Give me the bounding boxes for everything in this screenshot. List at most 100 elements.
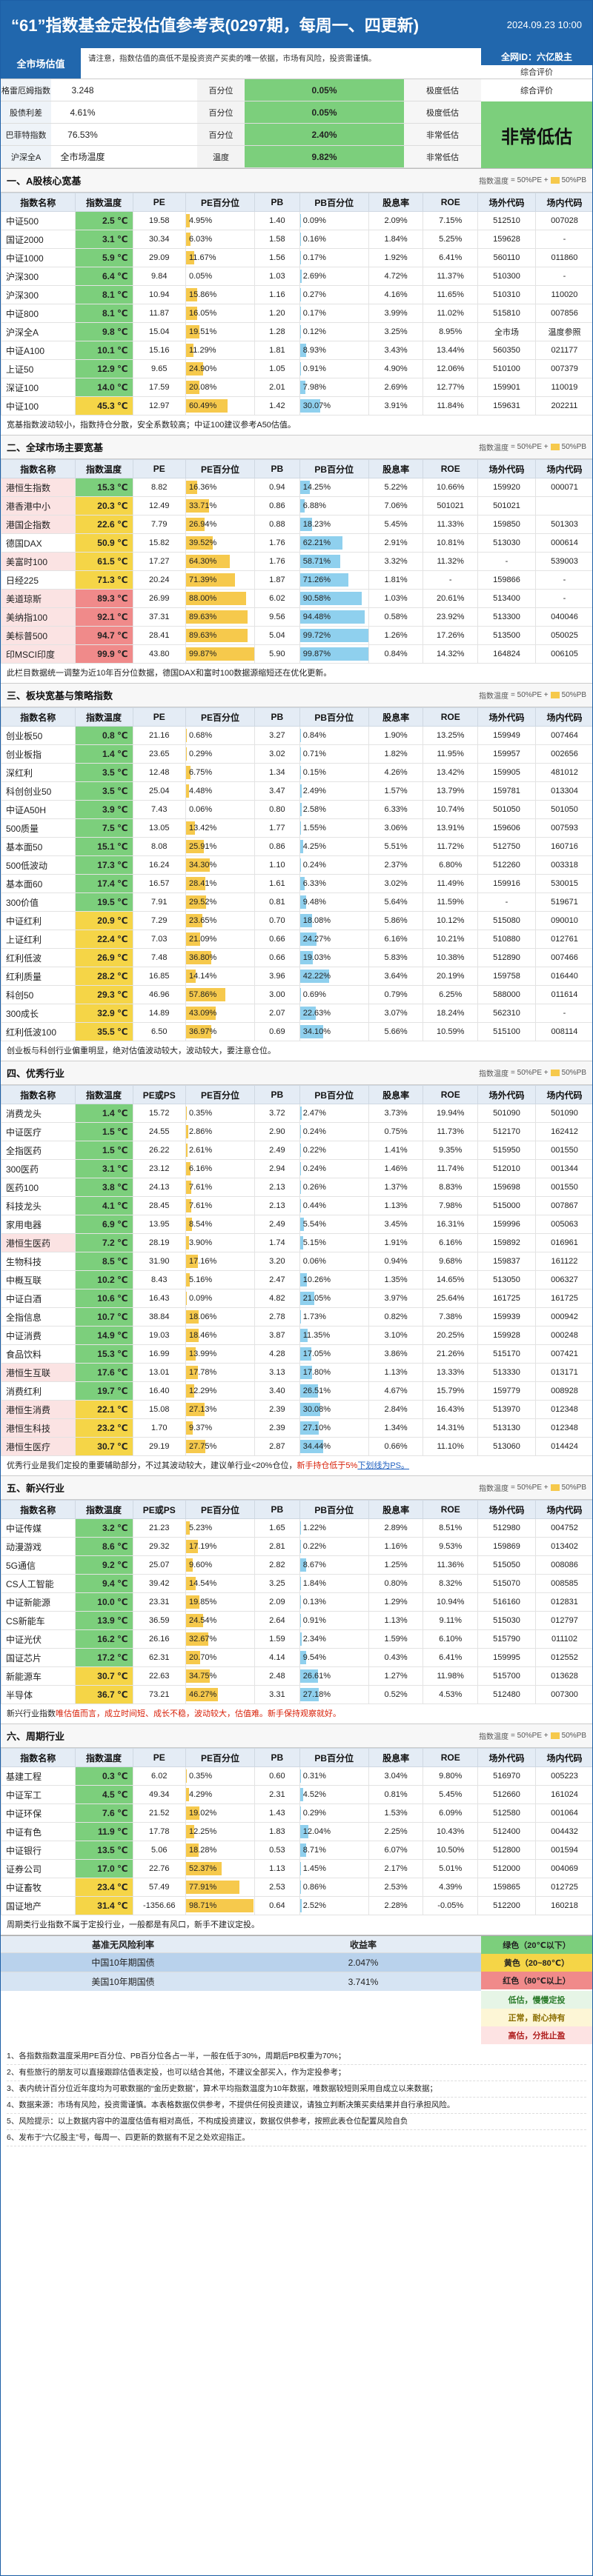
section-note: 新兴行业指数唯估值而言，成立时间短、成长不稳，波动较大，估值难。新手保持观察就好… xyxy=(1,1704,592,1724)
pb-percentile: 8.71% xyxy=(299,1841,369,1860)
otc-code: 512890 xyxy=(477,948,536,967)
temperature: 16.2 ℃ xyxy=(74,1629,133,1649)
index-name: 德国DAX xyxy=(1,533,76,553)
exchange-code: 007300 xyxy=(534,1685,592,1704)
legend-pe: = 50%PE + xyxy=(511,1732,549,1740)
percentile-bar xyxy=(300,1881,301,1894)
pb-percentile: 0.26% xyxy=(299,1178,369,1197)
otc-code: 512200 xyxy=(477,1896,536,1915)
pe-percentile: 27.13% xyxy=(185,1400,256,1419)
valuation-sheet: “61”指数基金定投估值参考表(0297期，每周一、四更新) 2024.09.2… xyxy=(0,0,593,2576)
pb-percentile: 0.29% xyxy=(299,1803,369,1823)
percentile-value: 15.86% xyxy=(188,290,217,299)
pe-value: 39.42 xyxy=(132,1574,186,1593)
table-header-row: 指数名称 指数温度 PE PE百分位 PB PB百分位 股息率 ROE 场外代码 场内代码 xyxy=(1,1748,592,1767)
index-name: 新能源车 xyxy=(1,1666,76,1686)
percentile-value: 19.02% xyxy=(188,1809,217,1818)
pb-percentile: 21.05% xyxy=(299,1289,369,1308)
index-name-text: 中证A50H xyxy=(6,804,47,815)
table-row: 美富时100 61.5 ℃ 17.27 64.30% 1.76 58.71% 3.32% 11… xyxy=(1,552,592,571)
roe: 9.53% xyxy=(423,1537,479,1556)
temperature: 12.9 ℃ xyxy=(74,359,133,378)
percentile-value: 0.71% xyxy=(302,750,326,758)
index-name: 中证白酒 xyxy=(1,1289,76,1308)
market-name: 巴菲特指数 xyxy=(1,124,51,145)
percentile-bar xyxy=(300,1862,302,1875)
index-name-text: 中证环保 xyxy=(6,1808,42,1819)
percentile-value: 0.29% xyxy=(188,750,213,758)
table-row: 基本面60 17.4 ℃ 16.57 28.41% 1.61 6.33% 3.02% 11.4… xyxy=(1,874,592,893)
percentile-value: 1.84% xyxy=(302,1579,326,1588)
dividend-yield: 2.53% xyxy=(368,1878,424,1897)
index-name: 港恒生科技 xyxy=(1,1418,76,1438)
percentile-value: 22.63% xyxy=(302,1009,331,1018)
table-row: CS新能车 13.9 ℃ 36.59 24.54% 2.64 0.91% 1.13% 9.11… xyxy=(1,1611,592,1630)
pb-value: 2.48 xyxy=(254,1666,300,1686)
otc-code: 512750 xyxy=(477,837,536,856)
pe-value: 21.23 xyxy=(132,1518,186,1538)
column-header: PE或PS xyxy=(132,1085,186,1104)
pe-value: 23.12 xyxy=(132,1159,186,1178)
pe-percentile: 18.28% xyxy=(185,1841,256,1860)
bond-row: 美国10年期国债 3.741% xyxy=(1,1972,481,1991)
pe-percentile: 17.78% xyxy=(185,1363,256,1382)
temperature: 15.3 ℃ xyxy=(74,1344,133,1364)
pb-value: 1.03 xyxy=(254,267,300,286)
temperature: 9.4 ℃ xyxy=(74,1574,133,1593)
temperature: 50.9 ℃ xyxy=(74,533,133,553)
temperature: 17.3 ℃ xyxy=(74,855,133,875)
table-row: 中证光伏 16.2 ℃ 26.16 32.67% 1.59 2.34% 1.59% 6.10%… xyxy=(1,1629,592,1649)
temperature: 35.5 ℃ xyxy=(74,1022,133,1041)
temperature: 89.3 ℃ xyxy=(74,589,133,608)
temperature: 2.5 ℃ xyxy=(74,211,133,230)
dividend-yield: 1.91% xyxy=(368,1233,424,1252)
pe-percentile: 36.80% xyxy=(185,948,256,967)
index-name-text: 动漫游戏 xyxy=(6,1541,42,1552)
otc-code: 515950 xyxy=(477,1141,536,1160)
percentile-bar xyxy=(300,1632,302,1646)
column-header: PB xyxy=(254,707,300,727)
table-row: 国证地产 31.4 ℃ -1356.66 98.71% 0.64 2.52% 2.28% -0… xyxy=(1,1896,592,1915)
market-value: 全市场温度 xyxy=(60,152,105,162)
exchange-code: 006105 xyxy=(534,644,592,664)
note-text: 新兴行业指数 xyxy=(7,1709,56,1718)
percentile-bar xyxy=(300,362,301,376)
table-row: 港香港中小 20.3 ℃ 12.49 33.71% 0.86 6.88% 7.06% 5010… xyxy=(1,496,593,515)
otc-code: 513330 xyxy=(477,1363,536,1382)
percentile-value: 39.52% xyxy=(188,538,217,547)
index-name: 美富时100 xyxy=(1,552,76,571)
roe: 16.43% xyxy=(423,1400,479,1419)
index-name-text: 沪深300 xyxy=(6,271,39,282)
temperature: 29.3 ℃ xyxy=(74,985,133,1004)
percentile-value: 34.75% xyxy=(188,1672,217,1681)
pb-value: 2.13 xyxy=(254,1178,300,1197)
temperature: 3.1 ℃ xyxy=(74,1159,133,1178)
column-header: PB百分位 xyxy=(299,1500,369,1519)
table-row: 深红利 3.5 ℃ 12.48 6.75% 1.34 0.15% 4.26% 13.42% 15… xyxy=(1,763,592,782)
pct-label: 百分位 xyxy=(197,124,245,145)
percentile-value: 2.86% xyxy=(188,1127,213,1136)
table-row: 医药100 3.8 ℃ 24.13 7.61% 2.13 0.26% 1.37% 8.83% 1… xyxy=(1,1178,592,1197)
percentile-value: 10.26% xyxy=(302,1275,331,1284)
percentile-bar xyxy=(300,1577,302,1590)
pe-value: 17.78 xyxy=(132,1822,186,1841)
pb-percentile: 17.05% xyxy=(299,1344,369,1364)
roe: 8.95% xyxy=(423,322,479,341)
table-row: 创业板指 1.4 ℃ 23.65 0.29% 3.02 0.71% 1.82% 11.95% 1… xyxy=(1,744,592,764)
table-row: 全指医药 1.5 ℃ 26.22 2.61% 2.49 0.22% 1.41% 9.35% 51… xyxy=(1,1141,592,1160)
otc-code: 515700 xyxy=(477,1666,536,1686)
index-name: 红利质量 xyxy=(1,967,76,986)
pb-percentile: 24.27% xyxy=(299,930,369,949)
temperature: 94.7 ℃ xyxy=(74,626,133,645)
dividend-yield: 3.73% xyxy=(368,1104,424,1123)
otc-code: 515000 xyxy=(477,1196,536,1215)
index-name-text: 国证2000 xyxy=(6,234,44,245)
index-name-text: 中证消费 xyxy=(6,1330,42,1341)
dividend-yield: 5.83% xyxy=(368,948,424,967)
pe-value: 30.34 xyxy=(132,230,186,249)
index-name-text: 5G通信 xyxy=(6,1560,36,1571)
roe: 6.10% xyxy=(423,1629,479,1649)
pe-percentile: 0.35% xyxy=(185,1766,256,1786)
pe-percentile: 13.42% xyxy=(185,818,256,838)
pe-percentile: 32.67% xyxy=(185,1629,256,1649)
